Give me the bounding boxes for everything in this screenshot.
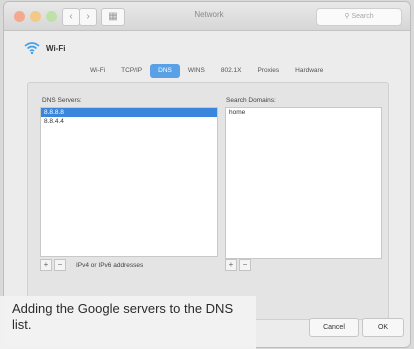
tab-tcpip[interactable]: TCP/IP (113, 64, 150, 78)
show-all-grid-icon[interactable]: ▦ (101, 8, 125, 26)
caption-box: Adding the Google servers to the DNS lis… (0, 296, 256, 349)
search-domain-controls: + − (225, 259, 251, 271)
list-item[interactable]: 8.8.4.4 (41, 117, 217, 126)
list-item[interactable]: 8.8.8.8 (41, 108, 217, 117)
tab-hardware[interactable]: Hardware (287, 64, 331, 78)
tab-bar: Wi-Fi TCP/IP DNS WINS 802.1X Proxies Har… (82, 64, 331, 78)
dns-servers-list[interactable]: 8.8.8.8 8.8.4.4 (40, 107, 218, 257)
search-domains-label: Search Domains: (226, 97, 276, 104)
title-bar: ‹ › ▦ Network ⚲ Search (4, 2, 410, 31)
caption-text: Adding the Google servers to the DNS lis… (12, 301, 234, 332)
ok-button[interactable]: OK (362, 318, 404, 337)
window-title: Network (194, 10, 224, 19)
interface-header: Wi-Fi (24, 40, 65, 56)
cancel-button[interactable]: Cancel (309, 318, 359, 337)
list-item[interactable]: home (226, 108, 381, 117)
dns-servers-label: DNS Servers: (42, 97, 82, 104)
search-domains-list[interactable]: home (225, 107, 382, 259)
wifi-icon (24, 42, 40, 55)
dns-panel: DNS Servers: Search Domains: 8.8.8.8 8.8… (27, 82, 389, 320)
add-domain-button[interactable]: + (225, 259, 237, 271)
add-dns-button[interactable]: + (40, 259, 52, 271)
interface-name: Wi-Fi (46, 43, 66, 53)
minimize-window-button[interactable] (30, 11, 41, 22)
remove-domain-button[interactable]: − (239, 259, 251, 271)
dns-hint: IPv4 or IPv6 addresses (76, 261, 144, 269)
forward-button[interactable]: › (79, 8, 97, 26)
zoom-window-button[interactable] (46, 11, 57, 22)
dns-controls: + − IPv4 or IPv6 addresses (40, 259, 143, 271)
search-field[interactable]: ⚲ Search (316, 8, 402, 26)
tab-wins[interactable]: WINS (180, 64, 213, 78)
tab-8021x[interactable]: 802.1X (213, 64, 250, 78)
search-icon: ⚲ (344, 13, 350, 20)
remove-dns-button[interactable]: − (54, 259, 66, 271)
tab-proxies[interactable]: Proxies (249, 64, 287, 78)
back-button[interactable]: ‹ (62, 8, 80, 26)
tab-dns[interactable]: DNS (150, 64, 180, 78)
close-window-button[interactable] (14, 11, 25, 22)
tab-wifi[interactable]: Wi-Fi (82, 64, 113, 78)
search-placeholder: Search (351, 13, 374, 20)
